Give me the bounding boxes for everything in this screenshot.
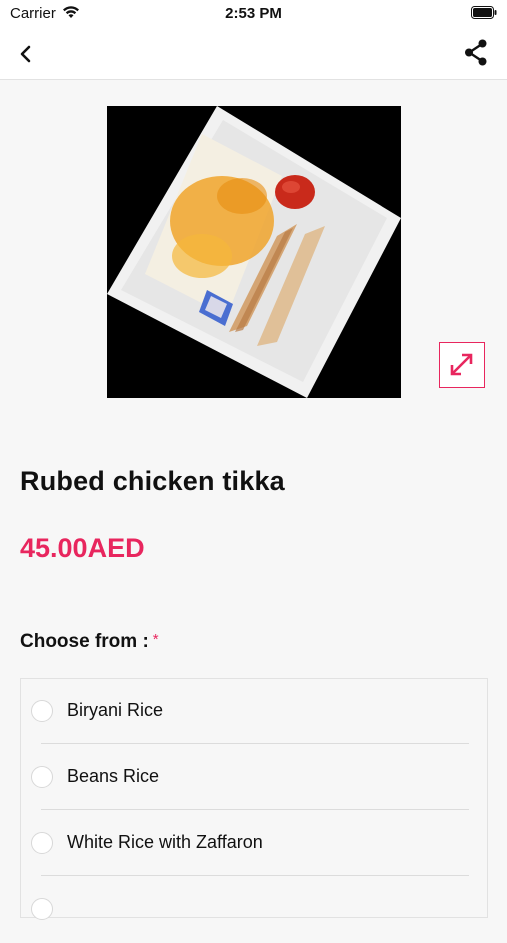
- product-price: 45.00AED: [20, 533, 145, 563]
- divider: [41, 875, 469, 876]
- divider: [41, 809, 469, 810]
- required-mark: *: [152, 631, 159, 648]
- back-button[interactable]: [14, 38, 46, 70]
- food-photo: [107, 106, 401, 398]
- expand-button[interactable]: [439, 342, 485, 388]
- choose-from-label: Choose from : *: [20, 631, 159, 653]
- status-time: 2:53 PM: [225, 5, 282, 22]
- status-bar: Carrier 2:53 PM: [0, 0, 507, 28]
- product-title: Rubed chicken tikka: [20, 466, 285, 496]
- radio-button[interactable]: [31, 832, 53, 854]
- divider: [41, 743, 469, 744]
- expand-arrows-icon: [450, 353, 473, 376]
- product-image: [107, 106, 401, 398]
- battery-icon: [471, 6, 497, 19]
- radio-button[interactable]: [31, 766, 53, 788]
- share-icon: [465, 39, 487, 66]
- option-white-rice-zaffaron[interactable]: White Rice with Zaffaron: [21, 811, 487, 877]
- nav-bar: [0, 28, 507, 80]
- option-biryani-rice[interactable]: Biryani Rice: [21, 679, 487, 745]
- option-label: White Rice with Zaffaron: [67, 832, 263, 852]
- radio-button[interactable]: [31, 898, 53, 920]
- choose-from-text: Choose from :: [20, 631, 149, 652]
- options-list: Biryani Rice Beans Rice White Rice with …: [20, 678, 488, 920]
- option-label: Beans Rice: [67, 766, 160, 786]
- radio-button[interactable]: [31, 700, 53, 722]
- option-row-partial[interactable]: [21, 877, 487, 943]
- share-button[interactable]: [461, 38, 491, 68]
- chevron-left-icon: [20, 45, 31, 63]
- option-beans-rice[interactable]: Beans Rice: [21, 745, 487, 811]
- option-label: Biryani Rice: [67, 700, 164, 720]
